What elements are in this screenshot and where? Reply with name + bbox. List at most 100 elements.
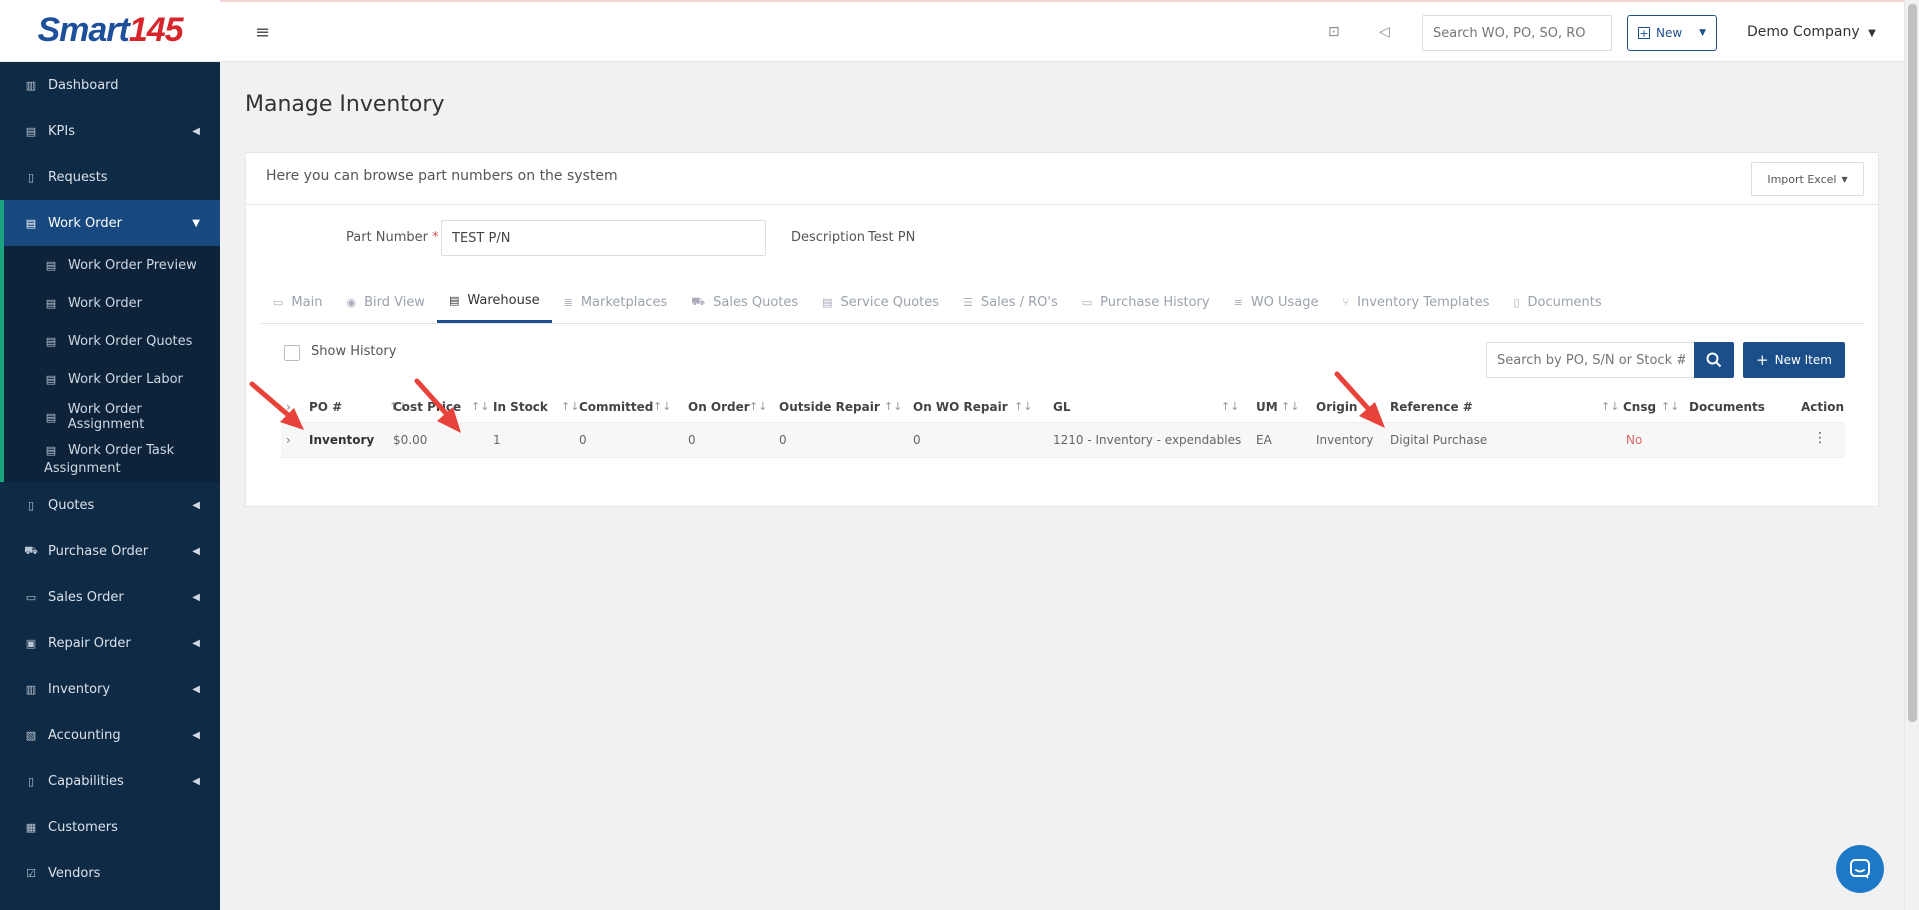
col-reference[interactable]: Reference # — [1390, 400, 1473, 414]
sidebar-item-dashboard[interactable]: ▥ Dashboard — [0, 62, 220, 108]
sidebar-nav: ▥ Dashboard ▤ KPIs ◀ ▯ Requests ▤ Work Order ▼ — [0, 62, 220, 246]
sort-icon[interactable]: ↑↓ — [749, 400, 767, 413]
robot-icon[interactable]: ⊡ — [1328, 24, 1340, 40]
tab-sales-ros[interactable]: ☰ Sales / RO's — [951, 281, 1070, 323]
sort-icon[interactable]: ↑↓ — [884, 400, 902, 413]
chevron-left-icon: ◀ — [192, 775, 200, 787]
sort-icon[interactable]: ↑↓ — [1601, 400, 1619, 413]
annotation-arrow-icon — [1334, 371, 1385, 428]
col-cnsg[interactable]: Cnsg — [1623, 400, 1656, 414]
tab-label: Sales Quotes — [713, 294, 799, 310]
table-row[interactable]: › Inventory $0.00 1 0 0 0 0 1210 - Inven… — [281, 423, 1845, 458]
col-on-order[interactable]: On Order — [688, 400, 750, 414]
tab-warehouse[interactable]: ▤ Warehouse — [436, 281, 552, 323]
warehouse-icon: ▥ — [25, 682, 37, 696]
quote-icon: ▯ — [27, 498, 35, 512]
sidebar-item-purchase-order[interactable]: ⛟ Purchase Order ◀ — [0, 528, 220, 574]
new-dropdown-button[interactable]: + New ▼ — [1627, 15, 1717, 51]
tab-label: Sales / RO's — [980, 294, 1058, 310]
col-on-wo-repair[interactable]: On WO Repair — [913, 400, 1008, 414]
chevron-left-icon: ◀ — [192, 591, 200, 603]
chevron-left-icon: ◀ — [192, 499, 200, 511]
tab-wo-usage[interactable]: ≡ WO Usage — [1222, 281, 1331, 323]
company-selector[interactable]: Demo Company ▼ — [1747, 24, 1876, 40]
sidebar-item-label: Sales Order — [48, 589, 124, 605]
sidebar-item-requests[interactable]: ▯ Requests — [0, 154, 220, 200]
tab-sales-quotes[interactable]: ⛟ Sales Quotes — [679, 281, 810, 323]
tab-main[interactable]: ▭ Main — [261, 281, 334, 323]
import-excel-button[interactable]: Import Excel ▼ — [1751, 162, 1864, 196]
tab-purchase-history[interactable]: ▭ Purchase History — [1070, 281, 1222, 323]
new-item-button[interactable]: + New Item — [1743, 342, 1845, 378]
chat-launcher-button[interactable] — [1836, 845, 1884, 893]
tab-service-quotes[interactable]: ▤ Service Quotes — [810, 281, 951, 323]
brand-logo[interactable]: Smart145 — [0, 0, 220, 62]
table-search-button[interactable] — [1694, 342, 1734, 378]
sidebar-item-inventory[interactable]: ▥ Inventory ◀ — [0, 666, 220, 712]
tab-inventory-templates[interactable]: ⑂ Inventory Templates — [1331, 281, 1502, 323]
sidebar-item-repair-order[interactable]: ▣ Repair Order ◀ — [0, 620, 220, 666]
sidebar-item-work-order[interactable]: ▤ Work Order ▼ — [0, 200, 220, 246]
sidebar-subitem-work-order[interactable]: ▤ Work Order — [4, 284, 220, 322]
table-search-input[interactable] — [1486, 342, 1696, 378]
col-gl[interactable]: GL — [1053, 400, 1071, 414]
chevron-down-icon: ▼ — [1699, 28, 1706, 38]
inventory-tabs: ▭ Main ◉ Bird View ▤ Warehouse ≣ Marketplace… — [261, 281, 1865, 324]
sidebar-item-vendors[interactable]: ☑ Vendors — [0, 850, 220, 896]
cart-icon: ⛟ — [691, 294, 706, 308]
list-icon: ▤ — [45, 258, 57, 272]
hamburger-menu-icon[interactable]: ≡ — [255, 22, 270, 43]
tab-marketplaces[interactable]: ≣ Marketplaces — [552, 281, 680, 323]
sort-icon[interactable]: ↑↓ — [653, 400, 671, 413]
sort-icon[interactable]: ↑↓ — [1014, 400, 1032, 413]
part-number-input[interactable] — [441, 220, 766, 256]
description-label: Description — [791, 230, 866, 245]
sort-icon[interactable]: ↑↓ — [1221, 400, 1239, 413]
sidebar-item-label: Work Order — [48, 215, 122, 231]
show-history-checkbox[interactable] — [284, 345, 300, 361]
page-scrollbar[interactable] — [1904, 0, 1919, 910]
sidebar-subitem-work-order-labor[interactable]: ▤ Work Order Labor — [4, 360, 220, 398]
sidebar-item-kpis[interactable]: ▤ KPIs ◀ — [0, 108, 220, 154]
sidebar-item-label: Customers — [48, 819, 118, 835]
global-search-input[interactable] — [1422, 15, 1612, 51]
chevron-left-icon: ◀ — [192, 125, 200, 137]
plus-icon: + — [1756, 351, 1769, 369]
card-header: Here you can browse part numbers on the … — [246, 153, 1878, 205]
sidebar-item-quotes[interactable]: ▯ Quotes ◀ — [0, 482, 220, 528]
money-icon: ▧ — [25, 728, 37, 742]
calendar-icon: ▤ — [448, 294, 460, 307]
sort-icon[interactable]: ↑↓ — [1661, 400, 1679, 413]
sidebar-item-customers[interactable]: ▦ Customers — [0, 804, 220, 850]
sidebar-item-label: Accounting — [48, 727, 121, 743]
col-outside-repair[interactable]: Outside Repair — [779, 400, 880, 414]
row-actions-kebab-icon[interactable]: ⋮ — [1813, 430, 1827, 446]
tab-documents[interactable]: ▯ Documents — [1501, 281, 1613, 323]
scrollbar-thumb[interactable] — [1908, 4, 1917, 722]
tab-bird-view[interactable]: ◉ Bird View — [334, 281, 437, 323]
sidebar-item-accounting[interactable]: ▧ Accounting ◀ — [0, 712, 220, 758]
col-committed[interactable]: Committed — [579, 400, 653, 414]
list-icon: ≣ — [563, 295, 573, 309]
eye-icon: ◉ — [346, 295, 357, 309]
col-documents[interactable]: Documents — [1689, 400, 1765, 414]
sidebar-subitem-work-order-assignment[interactable]: ▤ Work Order Assignment — [4, 398, 220, 436]
chevron-left-icon: ◀ — [192, 683, 200, 695]
megaphone-icon[interactable]: ◁ — [1379, 24, 1390, 40]
col-um[interactable]: UM — [1256, 400, 1278, 414]
sidebar-item-sales-order[interactable]: ▭ Sales Order ◀ — [0, 574, 220, 620]
tab-label: Inventory Templates — [1357, 294, 1490, 310]
annotation-arrow-icon — [249, 381, 304, 430]
cell-on-wo-repair: 0 — [913, 433, 921, 447]
sidebar-item-label-wrap: ▤ Work Order Task Assignment — [44, 442, 210, 478]
sidebar-item-capabilities[interactable]: ▯ Capabilities ◀ — [0, 758, 220, 804]
sort-icon[interactable]: ↑↓ — [561, 400, 579, 413]
id-card-icon: ▭ — [1081, 295, 1093, 309]
col-in-stock[interactable]: In Stock — [493, 400, 548, 414]
tab-label: Main — [291, 294, 323, 310]
sidebar-subitem-work-order-preview[interactable]: ▤ Work Order Preview — [4, 246, 220, 284]
sidebar-item-label: Vendors — [48, 865, 101, 881]
sidebar-subitem-work-order-quotes[interactable]: ▤ Work Order Quotes — [4, 322, 220, 360]
sort-icon[interactable]: ↑↓ — [1281, 400, 1299, 413]
sidebar-subitem-work-order-task-assignment[interactable]: ▤ Work Order Task Assignment — [4, 436, 220, 482]
